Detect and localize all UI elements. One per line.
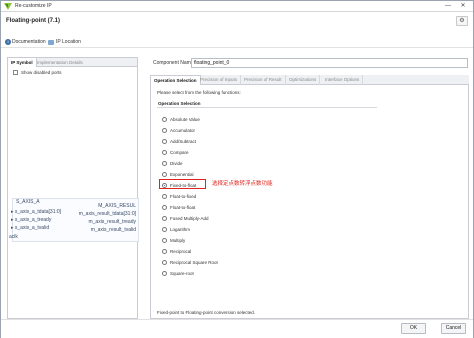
option-label: Logarithm	[170, 227, 191, 232]
vivado-logo-icon	[4, 3, 12, 10]
dialog-header	[1, 13, 473, 35]
option-label: Absolute Value	[170, 117, 200, 122]
tab-ip-symbol[interactable]: IP Symbol	[8, 58, 37, 67]
port-aclk: aclk	[9, 234, 18, 240]
re-customize-ip-dialog: Re-customize IP — ✕ Floating-point (7.1)…	[0, 0, 474, 338]
option-label: Reciprocal	[170, 249, 192, 254]
ip-name-title: Floating-point (7.1)	[6, 18, 60, 24]
radio-button[interactable]	[162, 139, 167, 144]
radio-button[interactable]	[162, 128, 167, 133]
tab-optimizations[interactable]: Optimizations	[286, 75, 321, 85]
minimize-button[interactable]: —	[441, 2, 455, 11]
option-label: Accumulator	[170, 128, 196, 133]
port-s-axis-a-tdata: ▸ s_axis_a_tdata[31:0]	[11, 209, 62, 215]
radio-button[interactable]	[162, 260, 167, 265]
ip-symbol-panel: IP Symbol Implementation Details Show di…	[7, 57, 139, 319]
tab-precision-of-inputs[interactable]: Precision of Inputs	[197, 75, 242, 85]
tab-interface-options[interactable]: Interface Options	[322, 75, 364, 85]
component-name-label: Component Name	[153, 60, 194, 66]
port-m-axis-result-tdata: m_axis_result_tdata[31:0]	[78, 211, 136, 217]
radio-button[interactable]	[162, 205, 167, 210]
option-label: Fused Multiply-Add	[170, 216, 209, 221]
port-label: s_axis_a_tdata[31:0]	[14, 209, 62, 215]
ip-location-link[interactable]: IP Location	[56, 38, 81, 46]
info-icon: i	[5, 39, 11, 45]
option-label: Compare	[170, 150, 189, 155]
radio-button[interactable]	[162, 150, 167, 155]
tab-operation-selection[interactable]: Operation Selection	[150, 75, 201, 85]
option-label: Float-to-fixed	[170, 194, 197, 199]
option-label: Divide	[170, 161, 183, 166]
radio-button[interactable]	[162, 238, 167, 243]
port-m-axis-result: M_AXIS_RESUL	[98, 203, 136, 209]
port-s-axis-a-tready: ▸ s_axis_a_tready	[11, 217, 52, 223]
port-label: s_axis_a_tready	[14, 217, 52, 223]
radio-button[interactable]	[162, 172, 167, 177]
option-label: Float-to-float	[170, 205, 196, 210]
close-button[interactable]: ✕	[456, 2, 470, 11]
port-s-axis-a: S_AXIS_A	[16, 199, 40, 205]
radio-button[interactable]	[162, 271, 167, 276]
option-label: Multiply	[170, 238, 186, 243]
tab-implementation-details[interactable]: Implementation Details	[34, 58, 86, 67]
option-label: Reciprocal Square Root	[170, 260, 218, 265]
port-label: s_axis_a_tvalid	[14, 225, 50, 231]
radio-button[interactable]	[162, 194, 167, 199]
cancel-button[interactable]: Cancel	[441, 323, 466, 334]
option-label: Add/Subtract	[170, 139, 197, 144]
documentation-bar: i Documentation IP Location	[1, 36, 473, 48]
window-title: Re-customize IP	[15, 3, 52, 9]
documentation-link[interactable]: Documentation	[12, 38, 46, 46]
radio-button[interactable]	[162, 161, 167, 166]
title-bar: Re-customize IP — ✕	[1, 1, 473, 12]
annotation-text: 选择定点数转浮点数功能	[212, 181, 273, 187]
left-tab-bar: IP Symbol Implementation Details	[8, 58, 137, 67]
port-m-axis-result-tready: m_axis_result_tready	[88, 219, 136, 225]
folder-icon	[48, 40, 54, 45]
show-disabled-ports-label: Show disabled ports	[21, 70, 62, 75]
configuration-panel: Component Name floating_point_0 Operatio…	[150, 57, 469, 319]
show-disabled-ports-checkbox[interactable]	[13, 70, 18, 75]
option-label: Square-root	[170, 271, 194, 276]
config-tab-bar: Operation Selection Precision of Inputs …	[150, 75, 469, 85]
ok-button[interactable]: OK	[401, 323, 426, 334]
option-label: Exponential	[170, 172, 194, 177]
operation-selection-content: Please select from the following functio…	[150, 85, 469, 319]
radio-button[interactable]	[162, 227, 167, 232]
component-name-input[interactable]: floating_point_0	[191, 58, 468, 68]
port-m-axis-result-tvalid: m_axis_result_tvalid	[90, 227, 136, 233]
selection-highlight-box	[159, 179, 206, 189]
tab-precision-of-result[interactable]: Precision of Result	[241, 75, 286, 85]
operation-group-label: Operation Selection	[158, 101, 201, 106]
instruction-text: Please select from the following functio…	[157, 90, 241, 95]
radio-button[interactable]	[162, 117, 167, 122]
status-text: Fixed-point to Floating-point conversion…	[157, 310, 256, 315]
radio-button[interactable]	[162, 216, 167, 221]
port-s-axis-a-tvalid: ▸ s_axis_a_tvalid	[11, 225, 50, 231]
gear-icon[interactable]: ⚙	[456, 16, 468, 26]
radio-button[interactable]	[162, 249, 167, 254]
dialog-footer: OK Cancel	[1, 319, 473, 338]
